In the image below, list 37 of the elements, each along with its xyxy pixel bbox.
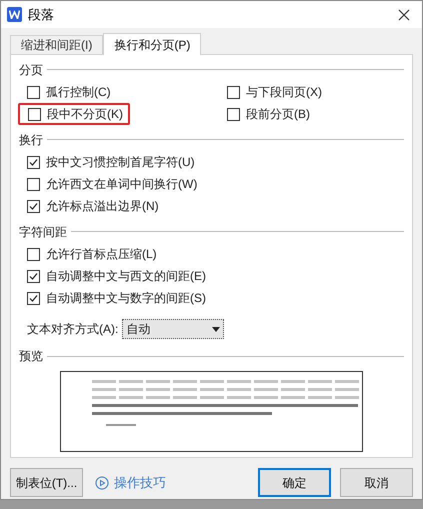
- alignment-label: 文本对齐方式(A):: [27, 321, 118, 338]
- window-title: 段落: [28, 6, 54, 24]
- checkbox[interactable]: [227, 108, 240, 120]
- app-logo-icon: [7, 7, 22, 22]
- checkbox[interactable]: [28, 108, 41, 120]
- dropdown-caret-icon: [212, 326, 220, 332]
- cancel-button[interactable]: 取消: [340, 468, 413, 497]
- checkbox[interactable]: [27, 86, 40, 98]
- checkbox-label[interactable]: 段中不分页(K): [47, 105, 123, 123]
- checkbox[interactable]: [27, 270, 40, 282]
- tab[interactable]: 缩进和间距(I): [10, 35, 104, 54]
- checkbox-label[interactable]: 段前分页(B): [246, 105, 310, 123]
- checkbox-label[interactable]: 允许标点溢出边界(N): [46, 197, 159, 215]
- checkbox[interactable]: [27, 248, 40, 260]
- section-title: 字符间距: [19, 224, 67, 240]
- checkbox-label[interactable]: 允许西文在单词中间换行(W): [46, 175, 198, 193]
- checkbox[interactable]: [27, 292, 40, 304]
- tab-stops-button[interactable]: 制表位(T)...: [10, 468, 83, 497]
- section-title: 分页: [19, 62, 43, 78]
- close-icon[interactable]: [398, 8, 410, 20]
- checkbox[interactable]: [27, 200, 40, 212]
- play-icon: [95, 476, 109, 490]
- ok-button[interactable]: 确定: [258, 468, 331, 497]
- checkbox-label[interactable]: 孤行控制(C): [46, 83, 111, 101]
- alignment-dropdown[interactable]: 自动: [122, 319, 224, 339]
- checkbox[interactable]: [227, 86, 240, 98]
- checkbox[interactable]: [27, 156, 40, 168]
- checkbox-label[interactable]: 自动调整中文与西文的间距(E): [46, 267, 206, 285]
- checkbox[interactable]: [27, 178, 40, 190]
- tips-link[interactable]: 操作技巧: [95, 472, 166, 492]
- section-title: 预览: [19, 348, 43, 365]
- tab[interactable]: 换行和分页(P): [103, 33, 202, 55]
- checkbox-label[interactable]: 自动调整中文与数字的间距(S): [46, 289, 206, 307]
- checkbox-label[interactable]: 按中文习惯控制首尾字符(U): [46, 153, 195, 171]
- checkbox-label[interactable]: 允许行首标点压缩(L): [46, 245, 157, 263]
- section-title: 换行: [19, 132, 43, 148]
- checkbox-label[interactable]: 与下段同页(X): [246, 83, 322, 101]
